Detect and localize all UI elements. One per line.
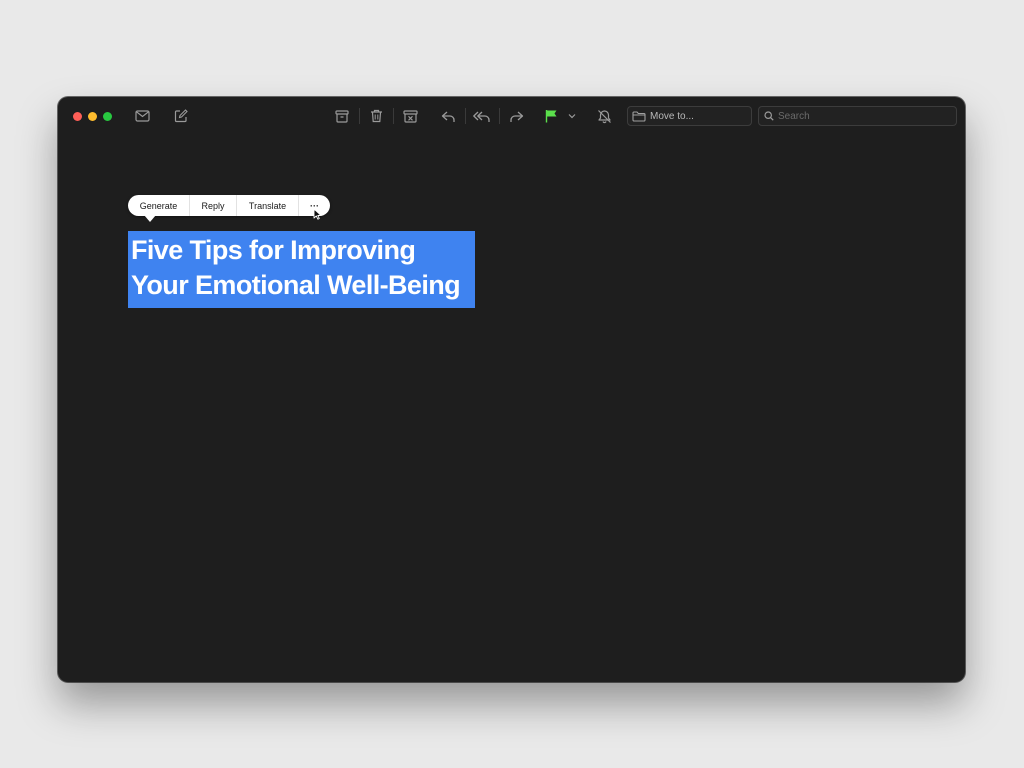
reply-icon: [441, 111, 455, 122]
mute-bell-icon: [597, 109, 611, 123]
document-heading[interactable]: Five Tips for Improving Your Emotional W…: [131, 233, 461, 303]
mailbox-icon: [134, 110, 150, 122]
archive-icon: [335, 109, 349, 123]
search-field[interactable]: [758, 106, 957, 126]
minimize-button[interactable]: [88, 112, 97, 121]
toolbar-separator: [359, 108, 360, 124]
flag-button[interactable]: [539, 105, 563, 127]
flag-icon: [545, 110, 557, 123]
junk-icon: [402, 109, 418, 123]
trash-button[interactable]: [364, 105, 388, 127]
search-icon: [764, 111, 774, 121]
junk-button[interactable]: [398, 105, 422, 127]
search-input[interactable]: [778, 110, 948, 122]
heading-line: Your Emotional Well-Being: [131, 270, 461, 300]
toolbar-separator: [465, 108, 466, 124]
toolbar-separator: [499, 108, 500, 124]
folder-icon: [632, 110, 646, 122]
mouse-cursor-icon: [313, 208, 322, 220]
toolbar: Move to...: [58, 97, 965, 135]
close-button[interactable]: [73, 112, 82, 121]
flag-menu-button[interactable]: [561, 105, 583, 127]
trash-icon: [370, 109, 382, 123]
mailbox-button[interactable]: [130, 105, 154, 127]
chevron-down-icon: [568, 114, 576, 119]
heading-line: Five Tips for Improving: [131, 235, 416, 265]
move-to-dropdown[interactable]: Move to...: [627, 106, 752, 126]
reply-all-icon: [473, 111, 490, 122]
archive-button[interactable]: [330, 105, 354, 127]
translate-button[interactable]: Translate: [237, 195, 299, 216]
compose-icon: [174, 109, 188, 123]
reply-all-button[interactable]: [470, 105, 494, 127]
compose-button[interactable]: [169, 105, 193, 127]
reply-menu-button[interactable]: Reply: [190, 195, 237, 216]
zoom-button[interactable]: [103, 112, 112, 121]
menu-pointer: [144, 215, 156, 222]
reply-button[interactable]: [436, 105, 460, 127]
forward-button[interactable]: [504, 105, 528, 127]
forward-icon: [509, 111, 523, 122]
generate-button[interactable]: Generate: [128, 195, 190, 216]
toolbar-separator: [393, 108, 394, 124]
mail-window: Move to... Generate Reply Translate ··· …: [58, 97, 965, 682]
text-selection-menu: Generate Reply Translate ···: [128, 195, 330, 216]
mute-button[interactable]: [592, 105, 616, 127]
move-to-label: Move to...: [650, 110, 694, 122]
